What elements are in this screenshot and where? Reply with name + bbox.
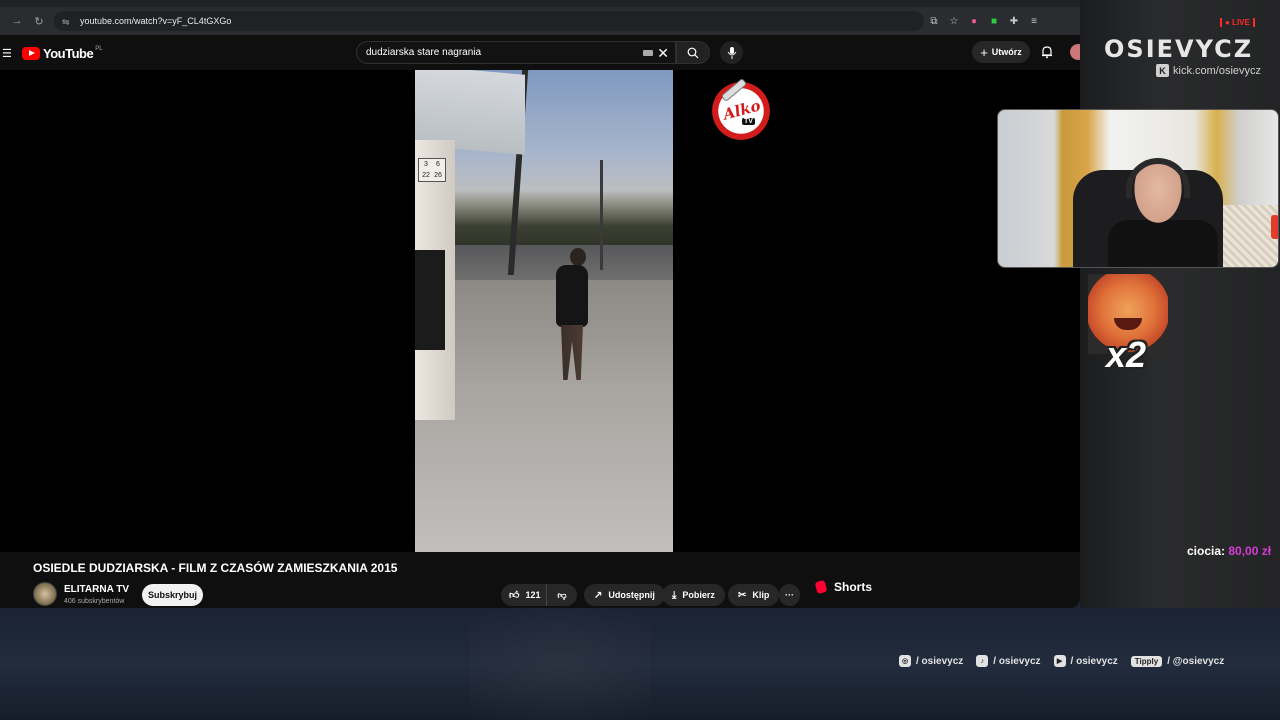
menu-icon[interactable]: ☰ — [2, 47, 12, 60]
download-label: Pobierz — [682, 590, 715, 600]
like-count: 121 — [525, 590, 541, 600]
thumbs-up-icon: 👍︎ — [509, 590, 520, 601]
stop-number: 22 — [422, 172, 430, 179]
like-button[interactable]: 👍︎ 121 — [501, 584, 547, 606]
youtube-play-icon — [22, 46, 40, 60]
thumbs-down-icon: 👎︎ — [557, 589, 567, 600]
social-instagram: ◎ / osievycz — [899, 655, 963, 667]
url-field[interactable]: ⇋ youtube.com/watch?v=yF_CL4tGXGo — [54, 11, 924, 31]
dislike-button[interactable]: 👎︎ — [547, 584, 577, 606]
social-links: ◎ / osievycz ♪ / osievycz ▶ / osievycz T… — [899, 655, 1237, 667]
donation-name: ciocia: — [1187, 544, 1226, 558]
stop-number: 26 — [434, 172, 442, 179]
download-icon: ⤓ — [672, 589, 677, 601]
extension-red-icon[interactable]: ● — [964, 11, 984, 31]
more-actions-button[interactable]: ··· — [779, 584, 800, 606]
shorts-label: Shorts — [834, 580, 873, 594]
social-tiktok: ♪ / osievycz — [976, 655, 1041, 667]
stop-number: 3 — [424, 161, 428, 168]
share-label: Udostępnij — [608, 590, 655, 600]
meme-caption: x2 — [1106, 334, 1147, 375]
site-info-icon[interactable]: ⇋ — [62, 17, 72, 27]
video-dark-panel — [415, 250, 445, 350]
search-button[interactable] — [676, 41, 710, 64]
tiktok-icon: ♪ — [976, 655, 989, 667]
social-label: / osievycz — [916, 655, 964, 667]
webcam-feed — [997, 109, 1279, 268]
keyboard-icon[interactable] — [643, 50, 653, 56]
media-control-icon[interactable]: ≡ — [1024, 11, 1044, 31]
background-figure — [470, 608, 650, 720]
video-trees — [455, 190, 673, 250]
country-code: PL — [95, 46, 103, 52]
voice-search-button[interactable] — [720, 41, 743, 64]
account-avatar[interactable] — [1070, 44, 1080, 60]
search-icon — [687, 47, 699, 58]
search-input[interactable]: dudziarska stare nagrania ✕ — [356, 41, 676, 64]
forward-icon[interactable]: → — [6, 10, 28, 32]
create-label: Utwórz — [991, 47, 1022, 57]
video-person-head — [570, 248, 586, 266]
shorts-heading[interactable]: Shorts — [814, 579, 873, 595]
more-icon: ··· — [785, 590, 794, 600]
share-button[interactable]: ↗ Udostępnij — [584, 584, 665, 606]
video-lamp-pole — [600, 160, 603, 270]
like-dislike-group: 👍︎ 121 👎︎ — [501, 584, 577, 606]
subscriber-count: 406 subskrybentów — [64, 598, 125, 605]
extension-green-icon[interactable]: ■ — [984, 11, 1004, 31]
download-button[interactable]: ⤓ Pobierz — [662, 584, 725, 606]
video-person-body — [556, 265, 588, 327]
shorts-icon — [814, 579, 828, 595]
video-frame: 3 6 22 26 — [415, 70, 673, 552]
address-bar: → ↻ ⇋ youtube.com/watch?v=yF_CL4tGXGo ⧉ … — [0, 7, 1080, 35]
notifications-bell-icon[interactable] — [1040, 45, 1054, 59]
puzzle-icon[interactable]: ✚ — [1004, 11, 1024, 31]
stream-screen: → ↻ ⇋ youtube.com/watch?v=yF_CL4tGXGo ⧉ … — [0, 0, 1280, 720]
search-query: dudziarska stare nagrania — [366, 47, 482, 58]
social-label: / osievycz — [993, 655, 1041, 667]
share-icon: ↗ — [594, 589, 603, 601]
kick-link: K kick.com/osievycz — [1156, 64, 1261, 77]
url-text: youtube.com/watch?v=yF_CL4tGXGo — [80, 16, 232, 26]
meme-emote: x2 — [1088, 274, 1168, 378]
youtube-wordmark: YouTube — [43, 45, 94, 61]
plus-icon: + — [980, 44, 988, 60]
reload-icon[interactable]: ↻ — [28, 10, 50, 32]
live-badge: ● LIVE — [1220, 18, 1255, 27]
donation-amount: 80,00 zł — [1228, 544, 1272, 558]
instagram-icon: ◎ — [899, 655, 911, 667]
watermark-tv: TV — [742, 118, 755, 125]
install-icon[interactable]: ⧉ — [924, 11, 944, 31]
video-player[interactable]: 3 6 22 26 — [0, 70, 1080, 552]
video-stop-sign: 3 6 22 26 — [418, 158, 446, 182]
youtube-icon: ▶ — [1053, 655, 1066, 667]
webcam-red-object — [1271, 215, 1278, 239]
video-title: OSIEDLE DUDZIARSKA - FILM Z CZASÓW ZAMIE… — [33, 561, 398, 575]
kick-icon: K — [1156, 64, 1169, 77]
tab-strip — [0, 0, 1080, 7]
bookmark-star-icon[interactable]: ☆ — [944, 11, 964, 31]
tipply-icon: Tipply — [1130, 655, 1163, 667]
subscribe-button[interactable]: Subskrybuj — [142, 584, 203, 606]
social-label: / osievycz — [1070, 655, 1118, 667]
clip-button[interactable]: ✂ Klip — [728, 584, 780, 606]
social-label: / @osievycz — [1167, 655, 1225, 667]
channel-watermark-logo: Alko TV — [712, 77, 770, 140]
youtube-header: ☰ YouTube PL dudziarska stare nagrania ✕… — [0, 36, 1080, 70]
stop-number: 6 — [436, 161, 440, 168]
microphone-icon — [727, 46, 736, 59]
streamer-brand: OSIEVYCZ — [1104, 35, 1254, 63]
browser-window: → ↻ ⇋ youtube.com/watch?v=yF_CL4tGXGo ⧉ … — [0, 0, 1080, 608]
social-youtube: ▶ / osievycz — [1053, 655, 1118, 667]
channel-name[interactable]: ELITARNA TV — [64, 584, 129, 595]
social-tipply: Tipply / @osievycz — [1130, 655, 1225, 667]
clear-search-icon[interactable]: ✕ — [657, 45, 669, 62]
youtube-logo[interactable]: YouTube PL — [22, 46, 103, 61]
scissors-icon: ✂ — [738, 589, 747, 601]
clip-label: Klip — [752, 590, 770, 600]
donation-alert: ciocia: 80,00 zł — [1187, 544, 1271, 558]
channel-avatar[interactable] — [33, 582, 57, 606]
create-button[interactable]: + Utwórz — [972, 41, 1030, 63]
kick-handle: kick.com/osievycz — [1173, 64, 1262, 77]
